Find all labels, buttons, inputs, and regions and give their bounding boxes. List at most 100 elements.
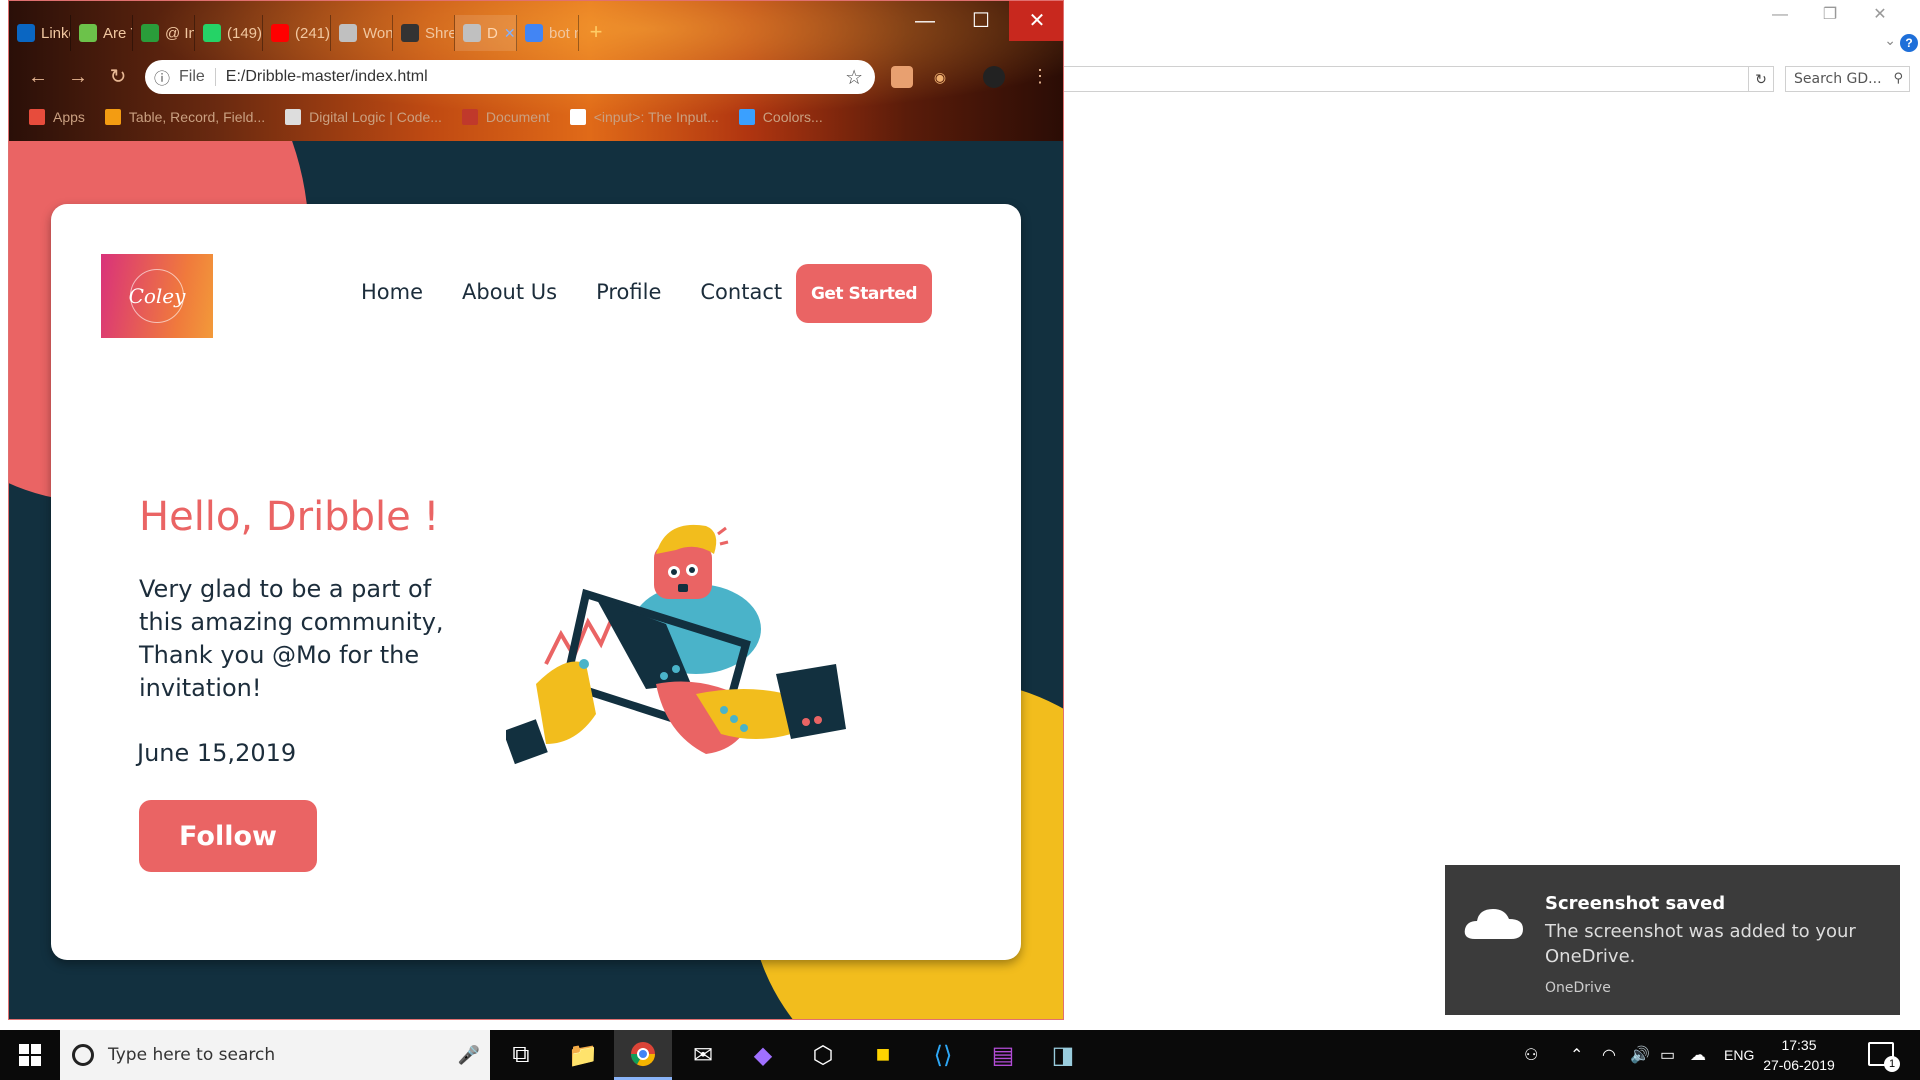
menu-icon[interactable]: ⋮ bbox=[1029, 66, 1051, 88]
search-icon: ⚲ bbox=[1893, 71, 1903, 86]
taskbar-search-input[interactable]: Type here to search 🎤 bbox=[60, 1030, 490, 1080]
bookmark-item[interactable]: Document bbox=[461, 109, 550, 125]
webpage: Coley Home About Us Profile Contact Get … bbox=[9, 141, 1063, 1019]
logo-ring bbox=[130, 269, 184, 323]
github-icon bbox=[401, 24, 419, 42]
browser-tab[interactable]: bot n bbox=[517, 15, 579, 51]
language-indicator[interactable]: ENG bbox=[1724, 1030, 1754, 1080]
battery-icon[interactable]: ▭ bbox=[1660, 1030, 1675, 1080]
help-icon[interactable]: ? bbox=[1900, 34, 1918, 52]
minimize-icon[interactable]: — bbox=[897, 1, 953, 41]
winrar-icon[interactable]: ▤ bbox=[974, 1030, 1032, 1080]
bookmark-icon bbox=[285, 109, 302, 125]
greeting-heading: Hello, Dribble ! bbox=[139, 494, 440, 540]
cast-icon[interactable]: ◉ bbox=[929, 66, 951, 88]
address-bar[interactable]: ⌄ bbox=[1060, 66, 1766, 92]
file-explorer-icon[interactable]: 📁 bbox=[554, 1030, 612, 1080]
url-bar[interactable]: ⓘ File E:/Dribble-master/index.html ☆ bbox=[145, 60, 875, 94]
cortana-icon bbox=[72, 1044, 94, 1066]
maximize-icon[interactable]: ☐ bbox=[953, 1, 1009, 41]
nav-home[interactable]: Home bbox=[361, 280, 423, 304]
clock[interactable]: 17:35 27-06-2019 bbox=[1762, 1035, 1836, 1075]
globe-icon bbox=[463, 24, 481, 42]
browser-tab[interactable]: (149) bbox=[195, 15, 263, 51]
task-view-icon[interactable]: ⧉ bbox=[492, 1030, 550, 1080]
chevron-up-icon[interactable]: ⌃ bbox=[1570, 1030, 1583, 1080]
mail-icon[interactable]: ✉ bbox=[674, 1030, 732, 1080]
refresh-icon[interactable]: ↻ bbox=[1748, 66, 1774, 92]
browser-tab[interactable]: Linke bbox=[9, 15, 71, 51]
info-icon[interactable]: ⓘ bbox=[145, 65, 179, 89]
action-center-icon[interactable]: 1 bbox=[1868, 1042, 1900, 1072]
hero-card: Coley Home About Us Profile Contact Get … bbox=[51, 204, 1021, 960]
chrome-icon[interactable] bbox=[614, 1030, 672, 1080]
browser-tab[interactable]: D ✕ bbox=[455, 15, 517, 51]
minimize-icon[interactable]: — bbox=[1760, 2, 1800, 28]
globe-icon bbox=[461, 109, 478, 125]
main-nav: Home About Us Profile Contact bbox=[361, 280, 782, 304]
file-label: File bbox=[179, 68, 216, 86]
nav-contact[interactable]: Contact bbox=[700, 280, 782, 304]
toast-source: OneDrive bbox=[1545, 980, 1611, 996]
youtube-icon bbox=[271, 24, 289, 42]
tab-strip: LinkeAre Y@ Int(149)(241)WonShreD✕bot n+ bbox=[9, 15, 613, 51]
start-button[interactable] bbox=[0, 1030, 60, 1080]
volume-icon[interactable]: 🔊 bbox=[1630, 1030, 1650, 1080]
browser-tab[interactable]: Are Y bbox=[71, 15, 133, 51]
browser-titlebar: LinkeAre Y@ Int(149)(241)WonShreD✕bot n+… bbox=[9, 1, 1063, 141]
onedrive-icon[interactable]: ☁ bbox=[1690, 1030, 1706, 1080]
microphone-icon[interactable]: 🎤 bbox=[458, 1045, 480, 1066]
browser-tab[interactable]: Shre bbox=[393, 15, 455, 51]
handshake-illustration bbox=[506, 524, 846, 765]
logo[interactable]: Coley bbox=[101, 254, 213, 338]
bookmark-icon bbox=[738, 109, 755, 125]
app-icon bbox=[79, 24, 97, 42]
avatar[interactable] bbox=[983, 66, 1005, 88]
3d-viewer-icon[interactable]: ⬡ bbox=[794, 1030, 852, 1080]
follow-button[interactable]: Follow bbox=[139, 800, 317, 872]
back-icon[interactable]: ← bbox=[23, 62, 53, 92]
extension-icon[interactable] bbox=[891, 66, 913, 88]
google-icon bbox=[525, 24, 543, 42]
forward-icon[interactable]: → bbox=[63, 62, 93, 92]
toast-body: The screenshot was added to your OneDriv… bbox=[1545, 921, 1856, 967]
bookmark-item[interactable]: Apps bbox=[29, 109, 85, 125]
explorer-search-input[interactable]: Search GD... ⚲ bbox=[1785, 66, 1910, 92]
whatsapp-icon bbox=[203, 24, 221, 42]
reload-icon[interactable]: ↻ bbox=[103, 62, 133, 92]
nav-profile[interactable]: Profile bbox=[596, 280, 661, 304]
bookmark-item[interactable]: <input>: The Input... bbox=[569, 109, 719, 125]
new-tab-button[interactable]: + bbox=[579, 15, 613, 51]
close-tab-icon[interactable]: ✕ bbox=[504, 25, 516, 42]
get-started-button[interactable]: Get Started bbox=[796, 264, 932, 323]
wifi-icon[interactable]: ◠ bbox=[1602, 1030, 1616, 1080]
vscode-icon[interactable]: ⟨⟩ bbox=[914, 1030, 972, 1080]
url-text[interactable]: E:/Dribble-master/index.html bbox=[226, 68, 428, 86]
taskbar: Type here to search 🎤 ⧉ 📁 ✉ ◆ ⬡ ■ ⟨⟩ ▤ ◨… bbox=[0, 1030, 1920, 1080]
chrome-window: LinkeAre Y@ Int(149)(241)WonShreD✕bot n+… bbox=[8, 0, 1064, 1020]
welcome-message: Very glad to be a part of this amazing c… bbox=[139, 575, 444, 702]
restore-icon[interactable]: ❐ bbox=[1810, 2, 1850, 28]
people-icon[interactable]: ⚇ bbox=[1524, 1030, 1538, 1080]
bookmark-item[interactable]: Table, Record, Field... bbox=[104, 109, 265, 125]
globe-icon bbox=[339, 24, 357, 42]
sticky-notes-icon[interactable]: ■ bbox=[854, 1030, 912, 1080]
star-icon[interactable]: ☆ bbox=[845, 65, 863, 90]
toast-title: Screenshot saved bbox=[1545, 893, 1726, 914]
browser-tab[interactable]: @ Int bbox=[133, 15, 195, 51]
browser-tab[interactable]: (241) bbox=[263, 15, 331, 51]
bookmark-icon bbox=[569, 109, 586, 125]
bookmark-item[interactable]: Coolors... bbox=[738, 109, 823, 125]
close-icon[interactable]: ✕ bbox=[1860, 2, 1900, 28]
nav-about-us[interactable]: About Us bbox=[462, 280, 557, 304]
cloud-icon bbox=[1464, 909, 1523, 939]
paint-3d-icon[interactable]: ◆ bbox=[734, 1030, 792, 1080]
bookmark-item[interactable]: Digital Logic | Code... bbox=[285, 109, 442, 125]
browser-tab[interactable]: Won bbox=[331, 15, 393, 51]
windows-icon bbox=[19, 1044, 41, 1066]
close-icon[interactable]: ✕ bbox=[1009, 1, 1063, 41]
onedrive-notification[interactable]: Screenshot saved The screenshot was adde… bbox=[1445, 865, 1900, 1015]
app-icon[interactable]: ◨ bbox=[1034, 1030, 1092, 1080]
linkedin-icon bbox=[17, 24, 35, 42]
chevron-down-icon[interactable]: ⌄ bbox=[1884, 32, 1896, 49]
